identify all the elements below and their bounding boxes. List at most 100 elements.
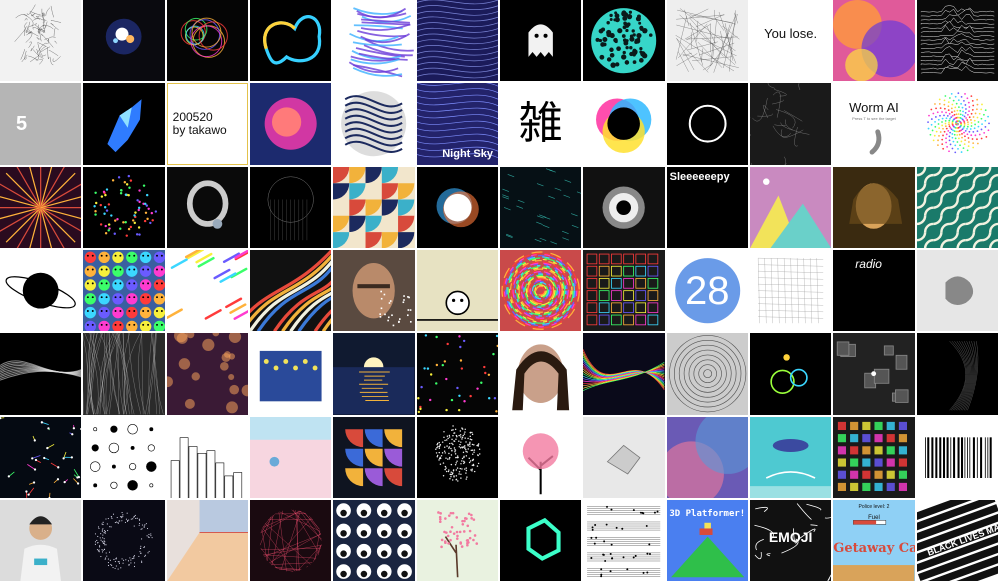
sketch-thumbnail[interactable] — [0, 166, 82, 248]
thumbnail-artwork — [249, 249, 332, 332]
sketch-thumbnail[interactable] — [416, 249, 498, 332]
thumbnail-subcaption: Press T to see the target — [852, 116, 896, 122]
sketch-thumbnail[interactable] — [166, 166, 248, 248]
sketch-thumbnail[interactable] — [916, 83, 998, 165]
sketch-thumbnail[interactable] — [333, 166, 415, 248]
sketch-thumbnail[interactable] — [333, 499, 415, 582]
sketch-thumbnail[interactable]: You lose. — [749, 0, 832, 82]
sketch-thumbnail[interactable] — [583, 416, 665, 498]
sketch-thumbnail[interactable] — [916, 166, 998, 248]
sketch-thumbnail[interactable] — [583, 333, 665, 415]
sketch-thumbnail[interactable] — [333, 83, 415, 165]
sketch-thumbnail[interactable] — [499, 333, 582, 415]
sketch-thumbnail[interactable]: 雑 — [499, 83, 582, 165]
sketch-thumbnail[interactable] — [833, 0, 915, 82]
sketch-thumbnail[interactable] — [83, 333, 165, 415]
sketch-thumbnail[interactable] — [166, 333, 248, 415]
sketch-thumbnail[interactable]: BLACK LIVES MATTER — [916, 499, 998, 582]
sketch-thumbnail[interactable] — [916, 249, 998, 332]
sketch-thumbnail[interactable] — [83, 166, 165, 248]
sketch-thumbnail[interactable] — [749, 333, 832, 415]
sketch-thumbnail[interactable] — [333, 249, 415, 332]
sketch-thumbnail[interactable] — [83, 249, 165, 332]
sketch-thumbnail[interactable] — [583, 83, 665, 165]
thumbnail-artwork — [84, 251, 165, 332]
sketch-thumbnail[interactable] — [499, 249, 582, 332]
sketch-thumbnail[interactable] — [249, 249, 332, 332]
sketch-thumbnail[interactable]: 200520 by takawo — [166, 83, 248, 165]
sketch-thumbnail[interactable] — [166, 0, 248, 82]
sketch-thumbnail[interactable] — [583, 249, 665, 332]
sketch-thumbnail[interactable] — [499, 166, 582, 248]
sketch-thumbnail[interactable]: 28 — [666, 249, 748, 332]
thumbnail-artwork — [93, 174, 158, 237]
thumbnail-caption: 雑 — [518, 97, 563, 149]
sketch-thumbnail[interactable] — [249, 499, 332, 582]
sketch-thumbnail[interactable] — [749, 416, 832, 498]
sketch-thumbnail[interactable]: Sleeeeeepy — [666, 166, 748, 248]
thumbnail-artwork — [5, 272, 76, 309]
sketch-thumbnail[interactable] — [166, 416, 248, 498]
thumbnail-artwork — [849, 182, 903, 229]
sketch-thumbnail[interactable]: Worm AI Press T to see the target — [833, 83, 915, 165]
thumbnail-subcaption: Police level: 2 — [858, 503, 890, 510]
thumbnail-artwork — [416, 290, 498, 321]
sketch-thumbnail[interactable] — [416, 166, 498, 248]
sketch-thumbnail[interactable] — [583, 166, 665, 248]
sketch-thumbnail[interactable] — [0, 499, 82, 582]
thumbnail-artwork — [833, 0, 915, 82]
thumbnail-artwork — [869, 129, 882, 155]
sketch-thumbnail[interactable] — [333, 333, 415, 415]
sketch-thumbnail[interactable] — [833, 333, 915, 415]
thumbnail-artwork — [107, 99, 142, 153]
sketch-thumbnail[interactable] — [749, 249, 832, 332]
sketch-thumbnail[interactable] — [83, 499, 165, 582]
sketch-thumbnail[interactable] — [916, 416, 998, 498]
sketch-thumbnail[interactable] — [0, 416, 82, 498]
thumbnail-artwork — [528, 24, 553, 57]
sketch-thumbnail[interactable] — [249, 83, 332, 165]
sketch-thumbnail[interactable] — [83, 83, 165, 165]
sketch-thumbnail[interactable] — [833, 166, 915, 248]
sketch-thumbnail[interactable] — [333, 0, 415, 82]
sketch-thumbnail[interactable] — [916, 0, 998, 82]
sketch-thumbnail[interactable] — [166, 249, 248, 332]
thumbnail-artwork — [333, 166, 415, 248]
sketch-thumbnail[interactable] — [249, 166, 332, 248]
sketch-thumbnail[interactable] — [83, 0, 165, 82]
sketch-thumbnail[interactable] — [0, 249, 82, 332]
thumbnail-artwork — [924, 436, 992, 478]
sketch-thumbnail[interactable] — [83, 416, 165, 498]
sketch-thumbnail[interactable]: Night Sky — [416, 83, 498, 165]
sketch-thumbnail[interactable] — [249, 416, 332, 498]
sketch-thumbnail[interactable] — [916, 333, 998, 415]
sketch-thumbnail[interactable] — [583, 499, 665, 582]
sketch-thumbnail[interactable]: 5 — [0, 83, 82, 165]
sketch-thumbnail[interactable] — [666, 333, 748, 415]
sketch-thumbnail[interactable] — [833, 416, 915, 498]
sketch-thumbnail[interactable] — [249, 333, 332, 415]
sketch-thumbnail[interactable] — [416, 333, 498, 415]
sketch-thumbnail[interactable] — [499, 0, 582, 82]
sketch-thumbnail[interactable]: EMOJI — [749, 499, 832, 582]
sketch-thumbnail[interactable] — [333, 416, 415, 498]
sketch-thumbnail[interactable] — [749, 166, 832, 248]
thumbnail-artwork — [186, 180, 229, 229]
sketch-thumbnail[interactable] — [666, 0, 748, 82]
sketch-thumbnail[interactable] — [666, 416, 748, 498]
sketch-thumbnail[interactable] — [666, 83, 748, 165]
sketch-thumbnail[interactable] — [166, 499, 248, 582]
sketch-thumbnail[interactable] — [0, 333, 82, 415]
sketch-thumbnail[interactable] — [416, 416, 498, 498]
sketch-thumbnail[interactable] — [583, 0, 665, 82]
sketch-thumbnail[interactable] — [749, 83, 832, 165]
sketch-thumbnail[interactable] — [499, 499, 582, 582]
sketch-thumbnail[interactable]: Police level: 2 Fuel Getaway Car! — [833, 499, 915, 582]
sketch-thumbnail[interactable] — [416, 499, 498, 582]
sketch-thumbnail[interactable] — [499, 416, 582, 498]
sketch-thumbnail[interactable]: radio — [833, 249, 915, 332]
sketch-thumbnail[interactable]: 3D Platformer! — [666, 499, 748, 582]
sketch-thumbnail[interactable] — [249, 0, 332, 82]
sketch-thumbnail[interactable] — [0, 0, 82, 82]
sketch-thumbnail[interactable] — [416, 0, 498, 82]
